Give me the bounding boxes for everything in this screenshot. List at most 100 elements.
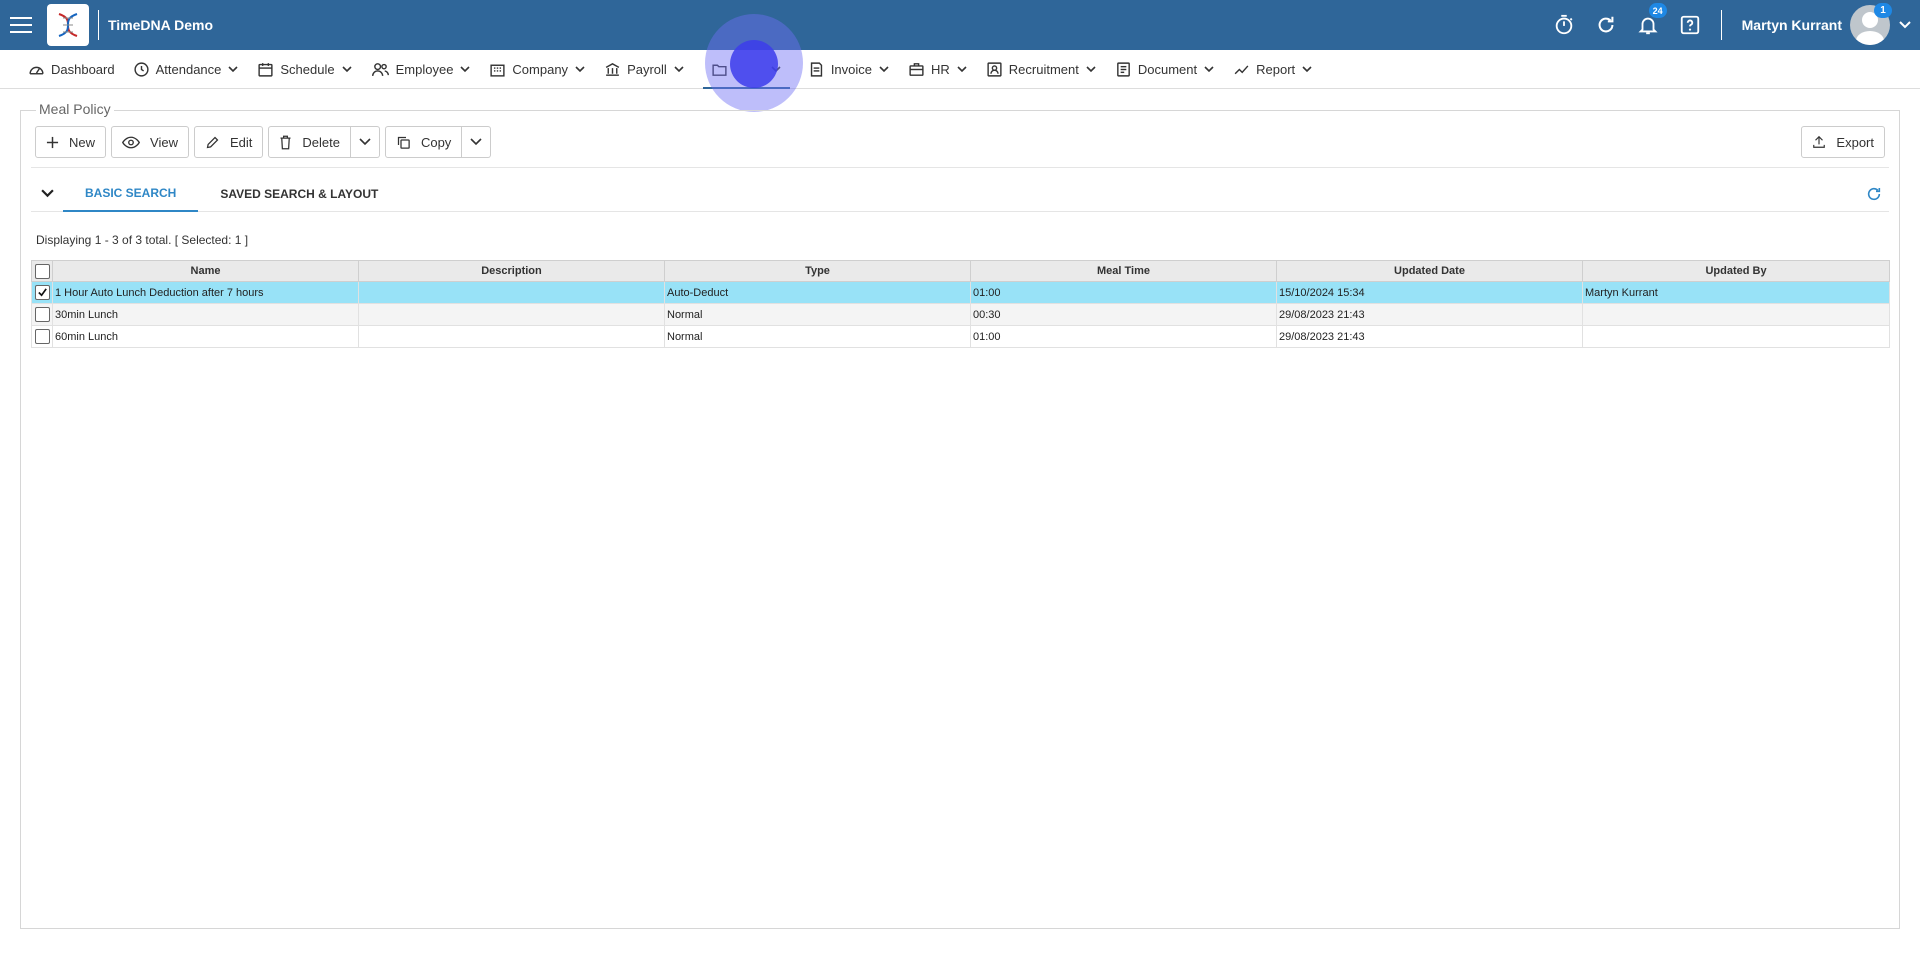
cell-meal-time: 00:30 <box>970 303 1277 326</box>
copy-icon <box>397 136 410 149</box>
chevron-down-icon <box>40 189 54 198</box>
stopwatch-icon[interactable] <box>1543 0 1585 50</box>
people-icon <box>371 61 390 78</box>
chevron-down-icon <box>770 65 782 73</box>
table-row[interactable]: 30min Lunch Normal 00:30 29/08/2023 21:4… <box>31 303 1890 326</box>
trend-icon <box>1233 61 1250 78</box>
header-divider-right <box>1720 10 1722 40</box>
cell-updated-date: 29/08/2023 21:43 <box>1276 325 1583 348</box>
copy-dropdown-button[interactable] <box>462 126 492 158</box>
edit-button[interactable]: Edit <box>193 126 264 158</box>
export-button-label: Export <box>1836 134 1874 150</box>
edit-button-label: Edit <box>229 134 253 150</box>
menu-document[interactable]: Document <box>1115 50 1215 89</box>
column-header[interactable]: Name <box>52 260 359 282</box>
row-checkbox[interactable] <box>34 285 50 300</box>
notifications-bell-icon[interactable]: 24 <box>1627 0 1669 50</box>
row-select-cell <box>31 325 53 348</box>
export-button[interactable]: Export <box>1801 126 1885 158</box>
panel-title: Meal Policy <box>36 101 114 117</box>
copy-button-label: Copy <box>420 134 452 150</box>
top-header: TimeDNA Demo 24 Martyn Kurrant 1 <box>0 0 1920 50</box>
column-header[interactable]: Description <box>358 260 665 282</box>
cell-updated-date: 15/10/2024 15:34 <box>1276 281 1583 304</box>
chevron-down-icon <box>470 138 482 146</box>
pencil-icon <box>206 136 219 148</box>
collapse-search-toggle[interactable] <box>31 176 63 212</box>
menu-label: Recruitment <box>1008 61 1079 77</box>
column-header[interactable]: Updated Date <box>1276 260 1583 282</box>
delete-button-label: Delete <box>302 134 340 150</box>
menu-invoice[interactable]: Invoice <box>808 50 890 89</box>
table-header-row: Name Description Type Meal Time Updated … <box>31 260 1890 282</box>
view-button-label: View <box>150 134 178 150</box>
menu-recruitment[interactable]: Recruitment <box>986 50 1097 89</box>
row-checkbox[interactable] <box>34 307 50 322</box>
document-icon <box>1115 61 1132 78</box>
tab-saved-search-layout[interactable]: SAVED SEARCH & LAYOUT <box>198 176 400 212</box>
menu-label: Report <box>1256 61 1296 77</box>
tab-basic-search[interactable]: BASIC SEARCH <box>63 176 199 212</box>
refresh-icon[interactable] <box>1585 0 1627 50</box>
cell-updated-by <box>1582 325 1890 348</box>
chevron-down-icon <box>227 65 239 73</box>
cell-description <box>358 325 665 348</box>
menu-hr[interactable]: HR <box>908 50 968 89</box>
new-button[interactable]: New <box>35 126 107 158</box>
chevron-down-icon <box>956 65 968 73</box>
invoice-icon <box>808 61 825 78</box>
header-divider <box>98 10 99 40</box>
upload-icon <box>1813 135 1826 148</box>
row-select-cell <box>31 303 53 326</box>
column-header[interactable]: Updated By <box>1582 260 1890 282</box>
help-icon[interactable] <box>1669 0 1711 50</box>
refresh-search-icon[interactable] <box>1859 176 1889 212</box>
menu-schedule[interactable]: Schedule <box>257 50 352 89</box>
copy-button[interactable]: Copy <box>384 126 463 158</box>
select-all-header <box>31 260 53 282</box>
cell-meal-time: 01:00 <box>970 281 1277 304</box>
chevron-down-icon <box>878 65 890 73</box>
hamburger-menu-icon[interactable] <box>0 0 42 50</box>
chevron-down-icon <box>341 65 353 73</box>
column-header[interactable]: Meal Time <box>970 260 1277 282</box>
menu-attendance[interactable]: Attendance <box>133 50 240 89</box>
cell-updated-by: Martyn Kurrant <box>1582 281 1890 304</box>
delete-button[interactable]: Delete <box>268 126 351 158</box>
delete-button-group: Delete <box>268 126 380 160</box>
cell-type: Normal <box>664 325 971 348</box>
calendar-icon <box>257 61 274 78</box>
chevron-down-icon <box>1301 65 1313 73</box>
app-name: TimeDNA Demo <box>108 17 214 33</box>
folder-chart-icon <box>711 61 728 78</box>
user-menu-chevron-icon[interactable] <box>1890 0 1920 50</box>
delete-dropdown-button[interactable] <box>350 126 380 158</box>
cell-description <box>358 281 665 304</box>
menu-report[interactable]: Report <box>1233 50 1313 89</box>
timedna-logo[interactable] <box>47 4 89 46</box>
menu-payroll[interactable]: Payroll <box>604 50 685 89</box>
user-name[interactable]: Martyn Kurrant <box>1742 17 1842 33</box>
select-all-checkbox[interactable] <box>34 263 50 279</box>
menu-company[interactable]: Company <box>489 50 586 89</box>
clock-icon <box>133 61 150 78</box>
menu-analytics[interactable] <box>702 50 790 89</box>
table-row[interactable]: 1 Hour Auto Lunch Deduction after 7 hour… <box>31 281 1890 304</box>
row-checkbox[interactable] <box>34 329 50 344</box>
menu-label: Attendance <box>155 61 222 77</box>
trash-icon <box>280 135 291 149</box>
cell-name: 30min Lunch <box>52 303 359 326</box>
menu-dashboard[interactable]: Dashboard <box>28 50 115 89</box>
menu-label: Invoice <box>830 61 873 77</box>
menu-employee[interactable]: Employee <box>371 50 472 89</box>
view-button[interactable]: View <box>111 126 189 158</box>
column-header[interactable]: Type <box>664 260 971 282</box>
building-icon <box>489 61 506 78</box>
menu-label: Payroll <box>627 61 667 77</box>
plus-icon <box>46 136 59 148</box>
table-row[interactable]: 60min Lunch Normal 01:00 29/08/2023 21:4… <box>31 325 1890 348</box>
dashboard-icon <box>28 61 45 78</box>
chevron-down-icon <box>1203 65 1215 73</box>
results-summary: Displaying 1 - 3 of 3 total. [ Selected:… <box>36 233 249 247</box>
cell-updated-by <box>1582 303 1890 326</box>
